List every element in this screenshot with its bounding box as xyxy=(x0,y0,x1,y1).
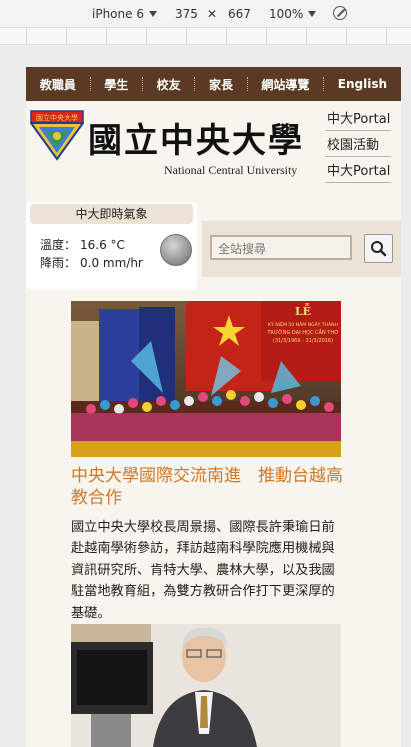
nav-divider xyxy=(89,77,91,91)
svg-text:LỄ: LỄ xyxy=(295,302,311,318)
campus-events-link[interactable]: 校園活動 xyxy=(325,131,391,157)
night-weather-icon xyxy=(160,234,192,266)
temperature-row: 溫度： 16.6 °C xyxy=(40,236,125,253)
chevron-down-icon xyxy=(148,11,157,17)
rainfall-row: 降雨： 0.0 mm/hr xyxy=(40,254,143,271)
rainfall-label: 降雨： xyxy=(40,256,77,270)
nav-divider xyxy=(141,77,143,91)
top-navigation: 教職員 學生 校友 家長 網站導覽 English xyxy=(26,67,401,101)
nav-divider xyxy=(246,77,248,91)
news-photo[interactable]: LỄ KỶ NIỆM 50 NĂM NGÀY THÀNH TRƯỜNG ĐẠI … xyxy=(71,301,341,457)
search-icon xyxy=(371,241,387,257)
university-name[interactable]: 國立中央大學 xyxy=(88,113,304,162)
weather-title: 中大即時氣象 xyxy=(30,204,193,224)
ceremony-photo: LỄ KỶ NIỆM 50 NĂM NGÀY THÀNH TRƯỜNG ĐẠI … xyxy=(71,301,341,457)
rainfall-value: 0.0 mm/hr xyxy=(80,256,143,270)
rotate-icon[interactable] xyxy=(333,6,347,20)
zoom-select[interactable]: 100% xyxy=(269,7,317,21)
university-logo[interactable]: 國立中央大學 xyxy=(30,109,84,161)
university-name-english: National Central University xyxy=(164,163,298,177)
news-summary: 國立中央大學校長周景揚、國際長許秉瑜日前赴越南學術參訪，拜訪越南科學院應用機械與… xyxy=(71,520,335,621)
svg-text:TRƯỜNG ĐẠI HỌC CẦN THƠ: TRƯỜNG ĐẠI HỌC CẦN THƠ xyxy=(266,328,338,336)
nav-item-sitemap[interactable]: 網站導覽 xyxy=(255,76,315,93)
svg-text:(31/3/1966 - 31/3/2016): (31/3/1966 - 31/3/2016) xyxy=(273,338,333,344)
search-button[interactable] xyxy=(364,234,393,263)
close-icon: ✕ xyxy=(207,7,218,21)
portal-links: 中大Portal 校園活動 中大Portal xyxy=(325,105,391,183)
temperature-label: 溫度： xyxy=(40,238,77,252)
device-name: iPhone 6 xyxy=(92,7,144,21)
news-portrait-photo[interactable] xyxy=(71,624,341,747)
portal-link[interactable]: 中大Portal xyxy=(325,105,391,131)
temperature-value: 16.6 °C xyxy=(80,238,125,252)
portal-link[interactable]: 中大Portal xyxy=(325,157,391,183)
width-field[interactable]: 375 xyxy=(175,7,198,21)
nav-item-english[interactable]: English xyxy=(332,77,393,91)
site-header: 國立中央大學 國立中央大學 National Central Universit… xyxy=(26,101,401,187)
weather-widget: 中大即時氣象 溫度： 16.6 °C 降雨： 0.0 mm/hr xyxy=(26,202,197,290)
search-input[interactable]: 全站搜尋 xyxy=(210,235,352,260)
portrait-image xyxy=(71,624,341,747)
height-field[interactable]: 667 xyxy=(228,7,251,21)
zoom-value: 100% xyxy=(269,7,304,21)
device-viewport: 教職員 學生 校友 家長 網站導覽 English 國立中央大學 國立中央大學 … xyxy=(26,67,401,747)
nav-item-students[interactable]: 學生 xyxy=(98,76,134,93)
nav-item-alumni[interactable]: 校友 xyxy=(151,76,187,93)
nav-divider xyxy=(323,77,325,91)
nav-divider xyxy=(194,77,196,91)
svg-text:國立中央大學: 國立中央大學 xyxy=(36,113,78,122)
chevron-down-icon xyxy=(308,11,317,17)
search-bar: 全站搜尋 xyxy=(202,221,401,277)
media-query-ruler xyxy=(0,28,411,45)
news-headline[interactable]: 中央大學國際交流南進 推動台越高教合作 xyxy=(71,465,346,509)
nav-item-parents[interactable]: 家長 xyxy=(203,76,239,93)
nav-item-staff[interactable]: 教職員 xyxy=(34,76,82,93)
device-select[interactable]: iPhone 6 xyxy=(92,7,157,21)
devtools-toolbar: iPhone 6 375 ✕ 667 100% xyxy=(0,0,411,28)
